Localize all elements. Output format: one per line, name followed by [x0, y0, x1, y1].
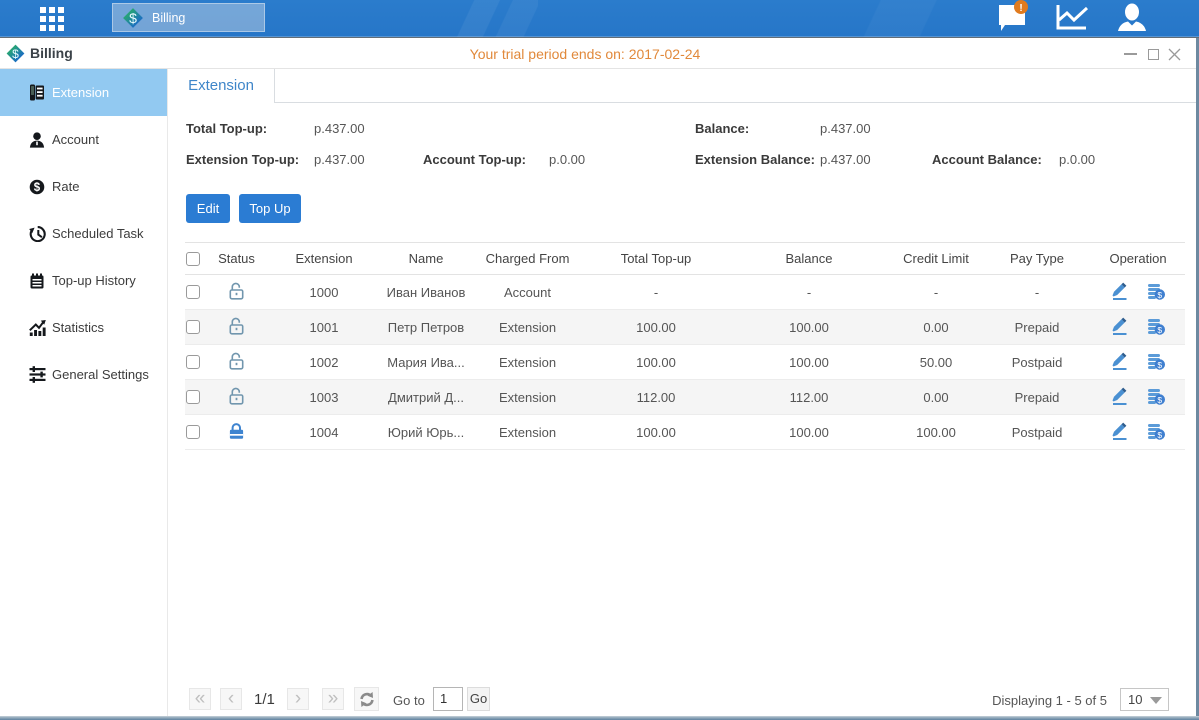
svg-text:$: $	[1157, 325, 1162, 335]
svg-text:!: !	[1019, 3, 1022, 14]
svg-text:$: $	[1157, 395, 1162, 405]
svg-text:$: $	[1157, 360, 1162, 370]
svg-text:$: $	[1157, 290, 1162, 300]
svg-text:$: $	[34, 182, 41, 194]
svg-text:$: $	[129, 10, 137, 26]
svg-text:$: $	[1157, 430, 1162, 440]
